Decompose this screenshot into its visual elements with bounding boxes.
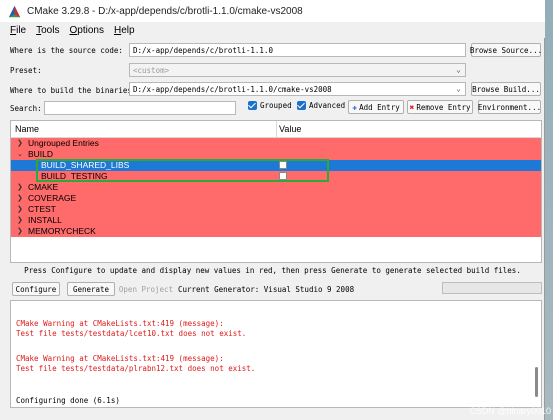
output-line: CMake Warning at CMakeLists.txt:419 (mes… bbox=[16, 354, 224, 363]
build-path-select[interactable]: D:/x-app/depends/c/brotli-1.1.0/cmake-vs… bbox=[129, 82, 466, 96]
environment-button[interactable]: Environment... bbox=[478, 100, 541, 114]
source-path-value: D:/x-app/depends/c/brotli-1.1.0 bbox=[133, 45, 273, 55]
menu-tools[interactable]: Tools bbox=[36, 25, 59, 36]
preset-value: <custom> bbox=[133, 65, 170, 75]
tree-row-cmake[interactable]: ❯ CMAKE bbox=[11, 182, 541, 193]
chevron-down-icon: ⌄ bbox=[456, 84, 461, 93]
remove-entry-button[interactable]: ✖ Remove Entry bbox=[407, 100, 473, 114]
source-label: Where is the source code: bbox=[10, 46, 123, 55]
tree-row-coverage[interactable]: ❯ COVERAGE bbox=[11, 193, 541, 204]
output-scrollbar[interactable] bbox=[535, 367, 538, 397]
watermark: CSDN @binary0010 bbox=[469, 406, 551, 416]
source-path-input[interactable]: D:/x-app/depends/c/brotli-1.1.0 bbox=[129, 43, 466, 57]
add-entry-button[interactable]: ✚ Add Entry bbox=[348, 100, 404, 114]
browse-build-button[interactable]: Browse Build... bbox=[471, 82, 541, 96]
current-generator-text: Current Generator: Visual Studio 9 2008 bbox=[178, 285, 355, 294]
build-path-value: D:/x-app/depends/c/brotli-1.1.0/cmake-vs… bbox=[133, 84, 332, 94]
build-label: Where to build the binaries: bbox=[10, 86, 137, 95]
tree-header: Name Value bbox=[11, 121, 541, 138]
progress-bar bbox=[442, 282, 542, 294]
tree-row-install[interactable]: ❯ INSTALL bbox=[11, 215, 541, 226]
output-log[interactable]: CMake Warning at CMakeLists.txt:419 (mes… bbox=[10, 300, 542, 408]
open-project-button[interactable]: Open Project bbox=[119, 282, 173, 296]
window-title: CMake 3.29.8 - D:/x-app/depends/c/brotli… bbox=[27, 5, 303, 17]
annotation-highlight-box bbox=[36, 159, 329, 182]
grouped-checkbox[interactable] bbox=[248, 101, 257, 110]
chevron-right-icon[interactable]: ❯ bbox=[17, 226, 23, 237]
cmake-logo-icon bbox=[8, 5, 21, 17]
chevron-right-icon[interactable]: ❯ bbox=[17, 182, 23, 193]
cache-tree[interactable]: Name Value ❯ Ungrouped Entries ⌄ BUILD B… bbox=[10, 120, 542, 263]
title-bar[interactable]: CMake 3.29.8 - D:/x-app/depends/c/brotli… bbox=[0, 0, 545, 22]
grouped-label: Grouped bbox=[260, 101, 292, 110]
output-line: Test file tests/testdata/lcet10.txt does… bbox=[16, 329, 247, 338]
chevron-right-icon[interactable]: ❯ bbox=[17, 204, 23, 215]
advanced-checkbox[interactable] bbox=[297, 101, 306, 110]
plus-icon: ✚ bbox=[352, 102, 358, 112]
advanced-toggle[interactable]: Advanced bbox=[297, 101, 345, 110]
output-line: Configuring done (6.1s) bbox=[16, 396, 120, 405]
configure-button[interactable]: Configure bbox=[12, 282, 60, 296]
chevron-down-icon: ⌄ bbox=[456, 65, 461, 74]
preset-label: Preset: bbox=[10, 66, 42, 75]
menu-help[interactable]: Help bbox=[114, 25, 135, 36]
tree-row-ungrouped[interactable]: ❯ Ungrouped Entries bbox=[11, 138, 541, 149]
browse-source-button[interactable]: Browse Source... bbox=[470, 43, 542, 57]
chevron-down-icon[interactable]: ⌄ bbox=[17, 149, 23, 160]
search-input[interactable] bbox=[44, 101, 236, 115]
cmake-window: CMake 3.29.8 - D:/x-app/depends/c/brotli… bbox=[0, 0, 545, 420]
chevron-right-icon[interactable]: ❯ bbox=[17, 193, 23, 204]
chevron-right-icon[interactable]: ❯ bbox=[17, 138, 23, 149]
menu-options[interactable]: Options bbox=[69, 25, 103, 36]
grouped-toggle[interactable]: Grouped bbox=[248, 101, 292, 110]
output-line: Test file tests/testdata/plrabn12.txt do… bbox=[16, 364, 256, 373]
menu-file[interactable]: File bbox=[10, 25, 26, 36]
menu-bar: File Tools Options Help bbox=[0, 22, 545, 38]
generate-button[interactable]: Generate bbox=[67, 282, 115, 296]
column-header-value[interactable]: Value bbox=[279, 124, 301, 134]
output-line: CMake Warning at CMakeLists.txt:419 (mes… bbox=[16, 319, 224, 328]
tree-row-ctest[interactable]: ❯ CTEST bbox=[11, 204, 541, 215]
preset-select[interactable]: <custom> ⌄ bbox=[129, 63, 466, 77]
configure-hint-text: Press Configure to update and display ne… bbox=[24, 266, 521, 275]
tree-row-memorycheck[interactable]: ❯ MEMORYCHECK bbox=[11, 226, 541, 237]
search-label: Search: bbox=[10, 104, 42, 113]
chevron-right-icon[interactable]: ❯ bbox=[17, 215, 23, 226]
advanced-label: Advanced bbox=[309, 101, 346, 110]
column-header-name[interactable]: Name bbox=[15, 124, 39, 134]
column-divider[interactable] bbox=[276, 121, 277, 137]
remove-icon: ✖ bbox=[409, 102, 415, 112]
